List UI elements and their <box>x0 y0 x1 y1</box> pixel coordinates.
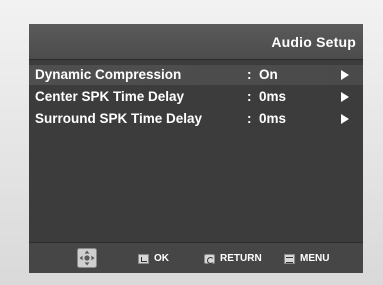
settings-menu: Dynamic Compression : On Center SPK Time… <box>29 65 363 131</box>
header-bar: Audio Setup <box>29 24 363 60</box>
menu-item-value: 0ms <box>259 111 287 126</box>
page-title: Audio Setup <box>271 34 356 50</box>
right-arrow-icon[interactable] <box>341 70 349 80</box>
menu-item-label: Center SPK Time Delay <box>35 89 185 104</box>
menu-item-separator: : <box>247 111 252 126</box>
menu-item-dynamic-compression[interactable]: Dynamic Compression : On <box>29 65 363 85</box>
return-label: RETURN <box>220 253 262 264</box>
menu-item-surround-spk-time-delay[interactable]: Surround SPK Time Delay : 0ms <box>29 109 363 129</box>
osd-screen: Audio Setup Dynamic Compression : On Cen… <box>29 24 363 273</box>
right-arrow-icon[interactable] <box>341 114 349 124</box>
menu-item-value: On <box>259 67 278 82</box>
ok-hint[interactable]: OK <box>138 253 169 264</box>
menu-item-label: Dynamic Compression <box>35 67 182 82</box>
menu-icon <box>284 253 295 264</box>
return-hint[interactable]: RETURN <box>204 253 262 264</box>
menu-item-separator: : <box>247 67 252 82</box>
button-guide-bar: OK RETURN MENU <box>29 242 363 273</box>
menu-item-separator: : <box>247 89 252 104</box>
return-icon <box>204 253 215 264</box>
menu-item-label: Surround SPK Time Delay <box>35 111 203 126</box>
menu-item-value: 0ms <box>259 89 287 104</box>
ok-label: OK <box>154 253 169 264</box>
menu-hint[interactable]: MENU <box>284 253 329 264</box>
directional-pad-icon <box>77 248 97 268</box>
tv-bezel: Audio Setup Dynamic Compression : On Cen… <box>0 0 383 285</box>
menu-item-center-spk-time-delay[interactable]: Center SPK Time Delay : 0ms <box>29 87 363 107</box>
enter-icon <box>138 253 149 264</box>
menu-label: MENU <box>300 253 330 264</box>
right-arrow-icon[interactable] <box>341 92 349 102</box>
